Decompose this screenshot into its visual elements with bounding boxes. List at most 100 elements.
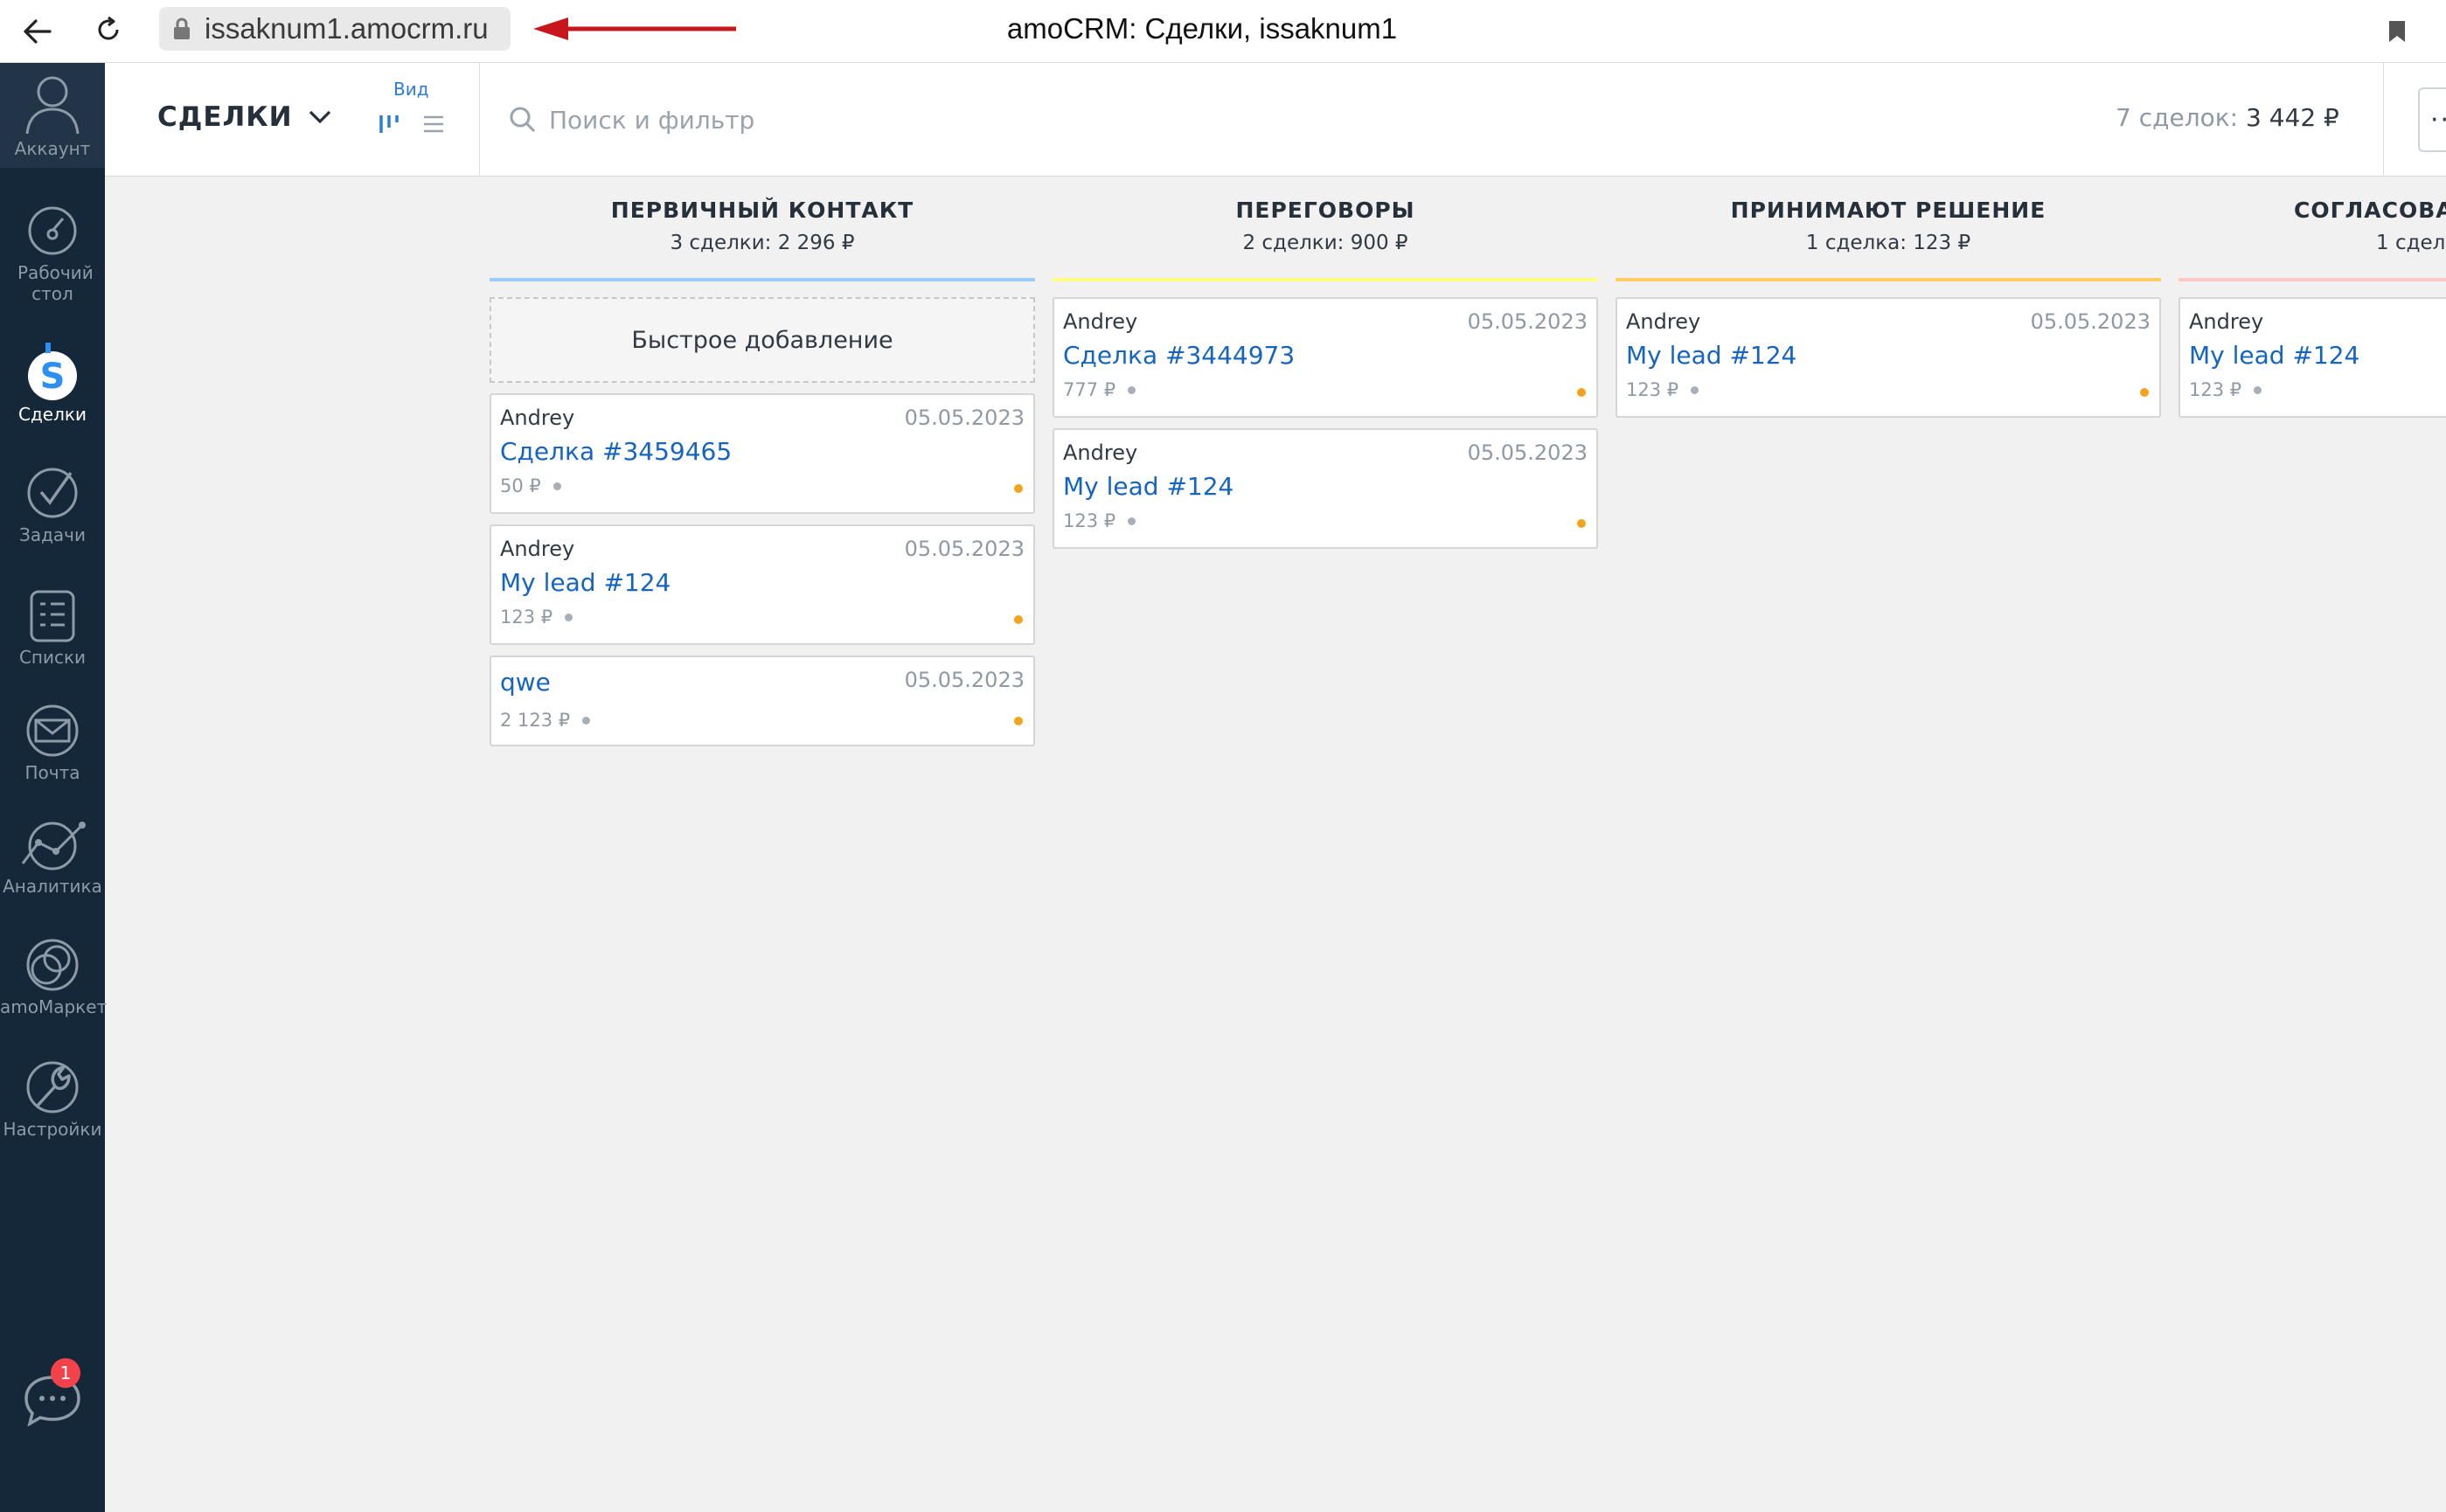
price-value: 50 ₽ (500, 475, 541, 496)
mail-icon (0, 699, 105, 762)
view-label: Вид (393, 79, 429, 100)
search-filter[interactable] (509, 98, 1558, 142)
column-summary: 3 сделки: 2 296 ₽ (670, 232, 855, 254)
card-title-link[interactable]: Сделка #3459465 (500, 437, 732, 466)
card-responsible: Andrey (1063, 440, 1138, 465)
list-view-button[interactable] (416, 107, 451, 142)
chevron-down-icon (309, 110, 330, 124)
card-title-link[interactable]: Сделка #3444973 (1063, 341, 1295, 370)
card-title-link[interactable]: My lead #124 (1626, 341, 1796, 370)
lead-card[interactable]: Andrey 05.05.2023 My lead #124 123 ₽ (1053, 428, 1598, 549)
page-title: amoCRM: Сделки, issaknum1 (1006, 12, 1398, 45)
tag-dot-icon (1691, 385, 1699, 394)
notification-badge: 1 (51, 1358, 80, 1388)
pipeline-column-decision: ПРИНИМАЮТ РЕШЕНИЕ 1 сделка: 123 ₽ Andrey… (1616, 177, 2161, 418)
column-summary: 2 сделки: 900 ₽ (1242, 232, 1408, 254)
column-header: ПЕРЕГОВОРЫ 2 сделки: 900 ₽ (1053, 177, 1598, 278)
sidebar-item-dashboard[interactable]: Рабочий стол (0, 199, 105, 304)
lead-card[interactable]: Andrey 05.05.2023 My lead #124 123 ₽ (1616, 297, 2161, 418)
status-dot-icon (1014, 615, 1023, 624)
back-arrow-icon[interactable] (16, 10, 58, 52)
card-responsible: Andrey (2189, 309, 2264, 334)
pipeline-column-negotiations: ПЕРЕГОВОРЫ 2 сделки: 900 ₽ Andrey 05.05.… (1053, 177, 1598, 549)
more-dots-icon: ·· (2430, 105, 2446, 135)
column-title: ПРИНИМАЮТ РЕШЕНИЕ (1730, 198, 2046, 223)
status-dot-icon (2140, 388, 2149, 397)
analytics-icon (0, 813, 105, 876)
column-header: ПРИНИМАЮТ РЕШЕНИЕ 1 сделка: 123 ₽ (1616, 177, 2161, 278)
tag-dot-icon (1128, 517, 1136, 525)
card-title-link[interactable]: My lead #124 (1063, 472, 1233, 501)
status-dot-icon (1014, 484, 1023, 493)
dashboard-icon (0, 199, 105, 262)
card-responsible: Andrey (500, 537, 575, 561)
tasks-icon (0, 461, 105, 524)
card-date: 05.05.2023 (904, 406, 1025, 430)
column-title: ПЕРВИЧНЫЙ КОНТАКТ (610, 198, 914, 223)
status-dot-icon (1577, 519, 1586, 528)
more-button[interactable]: ·· (2418, 87, 2446, 152)
card-price: 123 ₽ (1063, 510, 1136, 531)
quick-add-button[interactable]: Быстрое добавление (490, 297, 1035, 383)
price-value: 123 ₽ (500, 607, 553, 628)
status-dot-icon (1014, 717, 1023, 725)
lead-card[interactable]: 05.05.2023 qwe 2 123 ₽ (490, 655, 1035, 746)
address-bar[interactable]: issaknum1.amocrm.ru (159, 7, 511, 51)
sidebar-item-account[interactable]: Аккаунт (0, 63, 105, 168)
sidebar-item-mail[interactable]: Почта (0, 699, 105, 783)
card-price: 2 123 ₽ (500, 710, 591, 731)
pipeline-column-agreement: СОГЛАСОВАН 1 сделк Andrey My lead #124 1… (2178, 177, 2446, 418)
price-value: 777 ₽ (1063, 379, 1116, 400)
deals-summary: 7 сделок: 3 442 ₽ (2116, 103, 2339, 132)
pipeline-view-button[interactable] (372, 107, 407, 142)
sidebar-item-label: Аккаунт (14, 138, 91, 159)
card-price: 50 ₽ (500, 475, 561, 496)
lead-card[interactable]: Andrey My lead #124 123 ₽ (2178, 297, 2446, 418)
card-date: 05.05.2023 (2030, 309, 2151, 334)
sidebar-item-settings[interactable]: Настройки (0, 1056, 105, 1140)
price-value: 2 123 ₽ (500, 710, 571, 731)
lock-icon (159, 7, 205, 51)
bookmark-icon[interactable] (2380, 14, 2415, 49)
column-color-line (1616, 278, 2161, 281)
browser-toolbar: issaknum1.amocrm.ru amoCRM: Сделки, issa… (0, 0, 2446, 63)
sidebar-item-lists[interactable]: Списки (0, 584, 105, 668)
sidebar-item-analytics[interactable]: Аналитика (0, 813, 105, 897)
price-value: 123 ₽ (2189, 379, 2242, 400)
card-price: 123 ₽ (2189, 379, 2262, 400)
sidebar-item-label: amoМаркет (0, 996, 108, 1017)
tag-dot-icon (2254, 385, 2262, 394)
market-icon (0, 933, 105, 996)
lead-card[interactable]: Andrey 05.05.2023 Сделка #3444973 777 ₽ (1053, 297, 1598, 418)
column-title: СОГЛАСОВАН (2294, 198, 2446, 223)
column-color-line (1053, 278, 1598, 281)
lead-card[interactable]: Andrey 05.05.2023 My lead #124 123 ₽ (490, 524, 1035, 645)
sidebar-item-label: Почта (24, 762, 80, 783)
price-value: 123 ₽ (1626, 379, 1679, 400)
sidebar-item-label: Настройки (3, 1119, 102, 1140)
reload-icon[interactable] (87, 9, 129, 51)
sidebar-item-label: Списки (18, 647, 87, 668)
section-dropdown[interactable]: СДЕЛКИ (157, 101, 331, 133)
column-header: СОГЛАСОВАН 1 сделк (2178, 177, 2446, 278)
tag-dot-icon (1128, 385, 1136, 394)
sidebar-item-label: Аналитика (3, 876, 102, 897)
column-header: ПЕРВИЧНЫЙ КОНТАКТ 3 сделки: 2 296 ₽ (490, 177, 1035, 278)
status-dot-icon (1577, 388, 1586, 397)
sidebar-item-tasks[interactable]: Задачи (0, 461, 105, 545)
card-title-link[interactable]: qwe (500, 668, 551, 697)
pipeline-column-primary-contact: ПЕРВИЧНЫЙ КОНТАКТ 3 сделки: 2 296 ₽ Быст… (490, 177, 1035, 746)
card-title-link[interactable]: My lead #124 (500, 568, 671, 597)
annotation-arrow-icon (533, 17, 736, 40)
summary-value: 3 442 ₽ (2245, 103, 2339, 132)
column-summary: 1 сделка: 123 ₽ (1805, 232, 1971, 254)
search-input[interactable] (549, 105, 1423, 135)
sidebar-item-deals[interactable]: S Сделки (0, 341, 105, 425)
card-responsible: Andrey (1063, 309, 1138, 334)
pipeline-view-icon (379, 115, 399, 133)
lead-card[interactable]: Andrey 05.05.2023 Сделка #3459465 50 ₽ (490, 393, 1035, 514)
sidebar-item-market[interactable]: amoМаркет (0, 933, 108, 1017)
url-text: issaknum1.amocrm.ru (205, 12, 489, 45)
divider (2383, 63, 2384, 177)
card-title-link[interactable]: My lead #124 (2189, 341, 2359, 370)
